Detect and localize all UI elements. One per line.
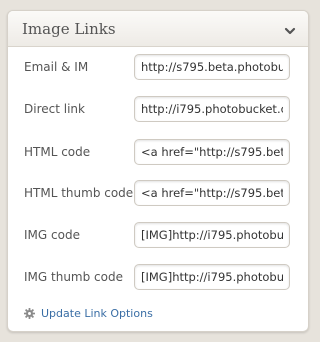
gear-icon	[24, 308, 35, 319]
img-thumb-code-row: IMG thumb code	[8, 262, 308, 296]
html-code-row: HTML code	[8, 137, 308, 171]
collapse-button[interactable]	[284, 22, 296, 35]
html-code-label: HTML code	[24, 145, 91, 159]
img-thumb-code-label: IMG thumb code	[24, 270, 123, 284]
chevron-down-icon	[284, 27, 296, 35]
img-thumb-code-field[interactable]	[134, 264, 290, 290]
email-im-label: Email & IM	[24, 60, 89, 74]
image-links-panel: Image Links Email & IM Direct link HTML …	[7, 10, 309, 332]
direct-link-label: Direct link	[24, 102, 85, 116]
panel-title: Image Links	[22, 20, 116, 38]
img-code-field[interactable]	[134, 222, 290, 248]
email-im-field[interactable]	[134, 54, 290, 80]
direct-link-field[interactable]	[134, 96, 290, 122]
html-code-field[interactable]	[134, 139, 290, 165]
html-thumb-code-field[interactable]	[134, 180, 290, 206]
img-code-row: IMG code	[8, 220, 308, 254]
panel-header: Image Links	[8, 11, 308, 47]
direct-link-row: Direct link	[8, 94, 308, 128]
email-im-row: Email & IM	[8, 52, 308, 86]
html-thumb-code-row: HTML thumb code	[8, 178, 308, 212]
update-link-options-label: Update Link Options	[41, 307, 153, 320]
html-thumb-code-label: HTML thumb code	[24, 186, 134, 200]
img-code-label: IMG code	[24, 228, 80, 242]
